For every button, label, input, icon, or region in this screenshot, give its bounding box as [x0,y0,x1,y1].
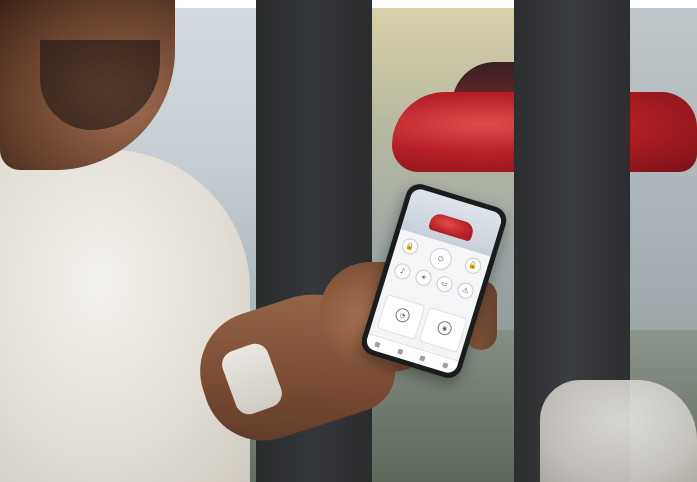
tab-settings-icon [442,361,449,369]
phone-card-right: ◉ [418,306,468,353]
tab-remote-icon [397,348,404,355]
power-icon: ⏻ [426,245,455,273]
trunk-icon: ▭ [434,274,455,295]
blurred-foreground-object [540,380,697,482]
horn-icon: ♪ [392,261,413,282]
photo-scene: 🔒 ⏻ 🔓 ♪ ☀ ▭ ⚠ ◔ ◉ [0,0,697,482]
man-beard [40,40,160,130]
tab-map-icon [419,354,426,362]
phone-car-image [427,211,476,242]
alarm-icon: ⚠ [455,280,476,301]
car-status-icon: ◉ [435,319,454,337]
lock-icon: 🔒 [400,236,421,257]
tab-home-icon [374,341,381,348]
man-shirt [0,150,250,482]
gauge-icon: ◔ [393,306,412,325]
unlock-icon: 🔓 [463,255,484,276]
lights-icon: ☀ [413,267,434,288]
phone-card-left: ◔ [376,293,426,340]
